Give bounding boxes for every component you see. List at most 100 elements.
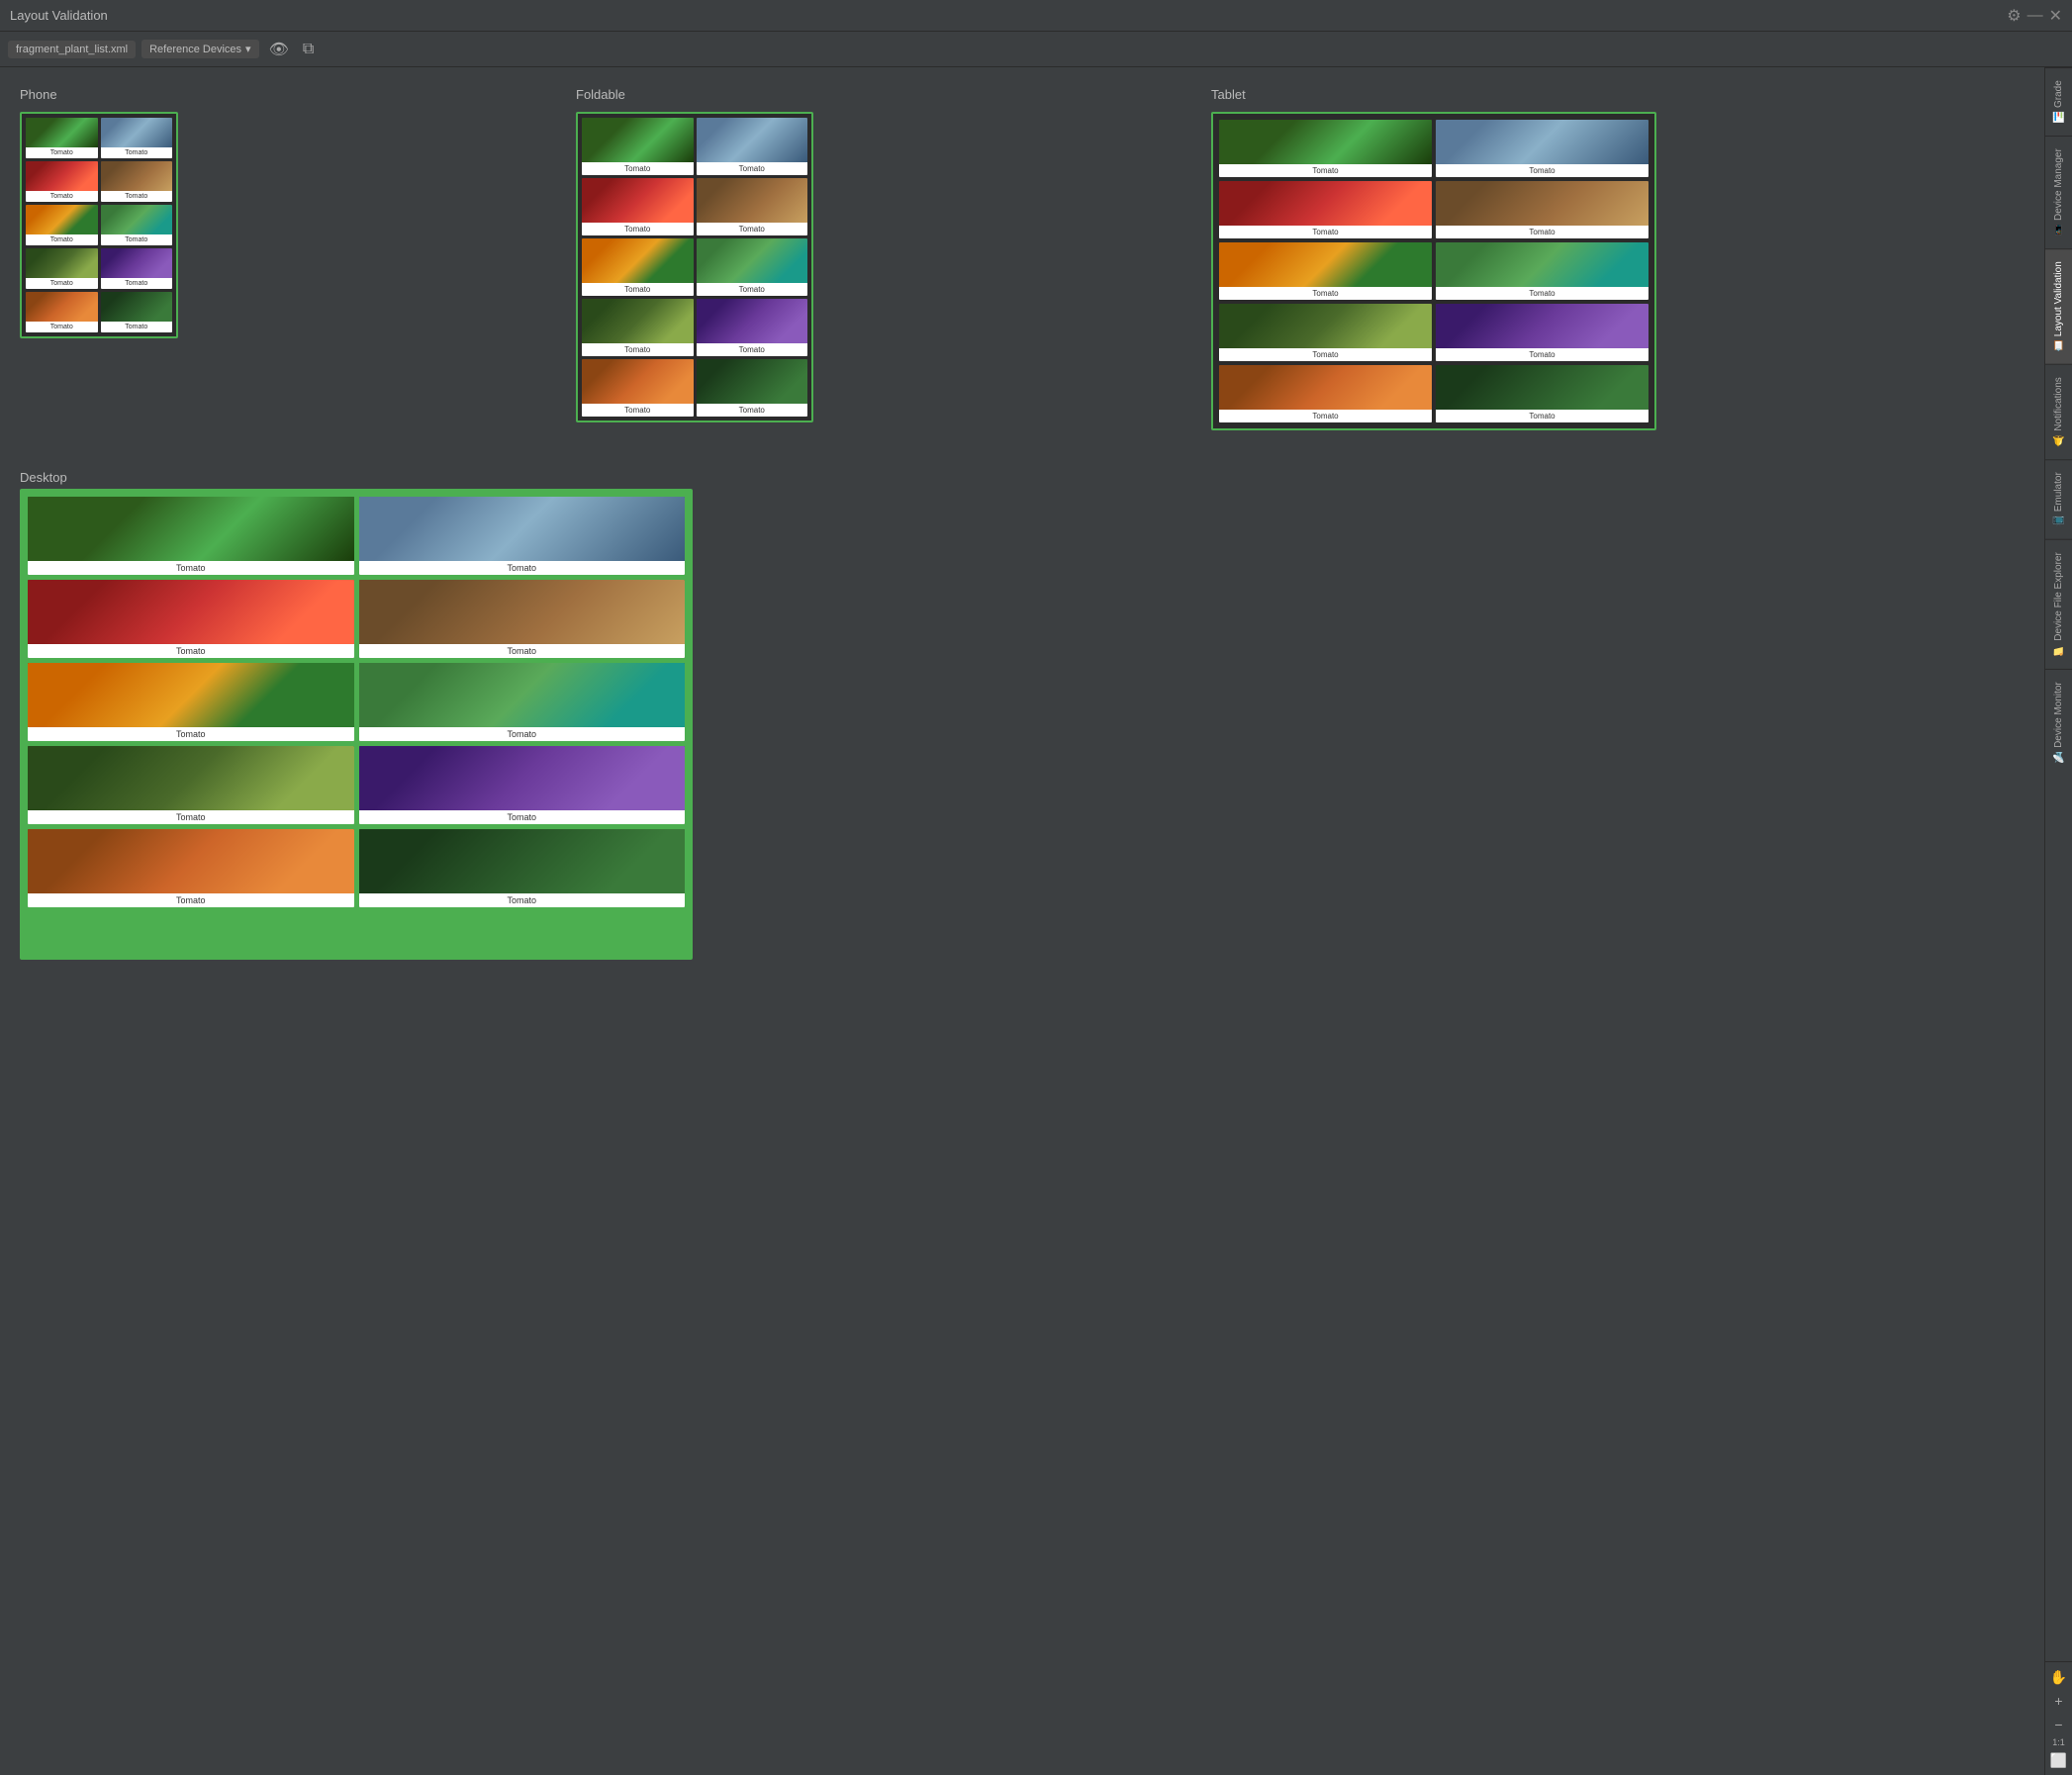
sidebar-tab-grade[interactable]: 📊 Grade: [2045, 67, 2072, 136]
phone-card-img: [101, 292, 173, 322]
eye-icon: 👁: [269, 42, 289, 58]
tablet-card-img: [1219, 242, 1432, 287]
phone-card: Tomato: [101, 161, 173, 202]
close-icon[interactable]: ✕: [2049, 6, 2062, 26]
phone-card-img: [101, 161, 173, 191]
screenshot-button[interactable]: ⬜: [2048, 1749, 2070, 1771]
phone-card: Tomato: [101, 205, 173, 245]
device-monitor-icon: 📡: [2053, 752, 2064, 764]
tablet-card-label: Tomato: [1436, 226, 1648, 238]
foldable-card: Tomato: [582, 299, 694, 356]
desktop-card-label: Tomato: [359, 561, 686, 575]
reference-devices-dropdown[interactable]: Reference Devices ▾: [141, 40, 258, 58]
tablet-grid: Tomato Tomato Tomato Tomato: [1219, 120, 1648, 422]
copy-icon: ⧉: [303, 41, 314, 57]
plus-icon: +: [2054, 1693, 2062, 1709]
reference-devices-label: Reference Devices: [149, 44, 241, 55]
foldable-card-img: [582, 359, 694, 404]
tablet-card: Tomato: [1219, 120, 1432, 177]
foldable-card-img: [582, 118, 694, 162]
foldable-card: Tomato: [582, 359, 694, 417]
foldable-card-label: Tomato: [697, 343, 808, 356]
desktop-section: Desktop Tomato Tomato Tomato: [20, 470, 2025, 960]
foldable-card-label: Tomato: [582, 223, 694, 235]
tablet-label: Tablet: [1211, 87, 2025, 102]
sidebar-tab-device-file-explorer[interactable]: 📁 Device File Explorer: [2045, 539, 2072, 669]
desktop-grid: Tomato Tomato Tomato Tomato: [28, 497, 685, 907]
foldable-label: Foldable: [576, 87, 1181, 102]
device-monitor-label: Device Monitor: [2053, 682, 2064, 748]
foldable-card-img: [582, 299, 694, 343]
foldable-card-label: Tomato: [697, 404, 808, 417]
tablet-card: Tomato: [1436, 120, 1648, 177]
sidebar-tab-device-monitor[interactable]: 📡 Device Monitor: [2045, 669, 2072, 776]
desktop-card-label: Tomato: [359, 893, 686, 907]
phone-card: Tomato: [26, 248, 98, 289]
desktop-preview: Tomato Tomato Tomato Tomato: [20, 489, 693, 960]
tablet-card-img: [1436, 120, 1648, 164]
foldable-card: Tomato: [697, 299, 808, 356]
desktop-card-img: [28, 829, 354, 893]
phone-card: Tomato: [26, 118, 98, 158]
sidebar-tab-layout-validation[interactable]: 📋 Layout Validation: [2045, 248, 2072, 364]
foldable-card-label: Tomato: [582, 283, 694, 296]
tablet-card-img: [1219, 304, 1432, 348]
desktop-card-img: [359, 663, 686, 727]
tablet-card-img: [1436, 242, 1648, 287]
foldable-card: Tomato: [697, 359, 808, 417]
sidebar-tab-device-manager[interactable]: 📱 Device Manager: [2045, 136, 2072, 248]
phone-card-img: [101, 205, 173, 234]
tablet-preview: Tomato Tomato Tomato Tomato: [1211, 112, 1656, 430]
foldable-card-img: [582, 238, 694, 283]
tablet-card-img: [1219, 365, 1432, 410]
desktop-card-img: [359, 829, 686, 893]
tablet-card: Tomato: [1219, 304, 1432, 361]
minimize-icon[interactable]: —: [2027, 7, 2043, 25]
tablet-section: Tablet Tomato Tomato Tomato: [1211, 87, 2025, 430]
eye-icon-button[interactable]: 👁: [265, 38, 293, 61]
desktop-card-img: [359, 497, 686, 561]
copy-layout-button[interactable]: ⧉: [299, 39, 318, 60]
foldable-card-label: Tomato: [582, 343, 694, 356]
phone-card: Tomato: [26, 205, 98, 245]
sidebar-tab-emulator[interactable]: 📺 Emulator: [2045, 459, 2072, 539]
tablet-card-label: Tomato: [1219, 226, 1432, 238]
device-file-explorer-icon: 📁: [2053, 645, 2064, 657]
tablet-card-label: Tomato: [1219, 410, 1432, 422]
phone-card-img: [26, 248, 98, 278]
tablet-card: Tomato: [1436, 181, 1648, 238]
hand-tool-button[interactable]: ✋: [2048, 1666, 2070, 1688]
phone-card-img: [26, 205, 98, 234]
sidebar-tab-notifications[interactable]: 🔔 Notifications: [2045, 364, 2072, 459]
phone-card: Tomato: [101, 292, 173, 332]
phone-section: Phone Tomato Tomato: [20, 87, 546, 430]
foldable-card-label: Tomato: [582, 162, 694, 175]
phone-card-img: [26, 161, 98, 191]
right-panel: 📊 Grade 📱 Device Manager 📋 Layout Valida…: [2044, 67, 2072, 1775]
tablet-card-label: Tomato: [1436, 164, 1648, 177]
foldable-card-img: [697, 238, 808, 283]
tablet-card-img: [1219, 120, 1432, 164]
foldable-section: Foldable Tomato Tomato Tomat: [576, 87, 1181, 430]
desktop-card-label: Tomato: [359, 644, 686, 658]
zoom-in-button[interactable]: +: [2048, 1690, 2070, 1712]
desktop-card: Tomato: [28, 497, 354, 575]
layout-validation-label: Layout Validation: [2053, 261, 2064, 336]
tablet-card-img: [1436, 181, 1648, 226]
desktop-card: Tomato: [28, 580, 354, 658]
settings-icon[interactable]: ⚙: [2007, 6, 2021, 26]
tablet-card-label: Tomato: [1219, 164, 1432, 177]
tablet-card-img: [1436, 304, 1648, 348]
desktop-card-img: [28, 663, 354, 727]
zoom-out-button[interactable]: −: [2048, 1714, 2070, 1735]
tablet-card-label: Tomato: [1219, 287, 1432, 300]
desktop-label: Desktop: [20, 470, 2025, 485]
zoom-reset-label[interactable]: 1:1: [2052, 1737, 2065, 1747]
toolbar: fragment_plant_list.xml Reference Device…: [0, 32, 2072, 67]
device-manager-label: Device Manager: [2053, 148, 2064, 221]
phone-label: Phone: [20, 87, 546, 102]
desktop-card: Tomato: [28, 746, 354, 824]
tablet-card-img: [1436, 365, 1648, 410]
screenshot-icon: ⬜: [2050, 1752, 2067, 1769]
foldable-preview: Tomato Tomato Tomato Tomato: [576, 112, 813, 422]
